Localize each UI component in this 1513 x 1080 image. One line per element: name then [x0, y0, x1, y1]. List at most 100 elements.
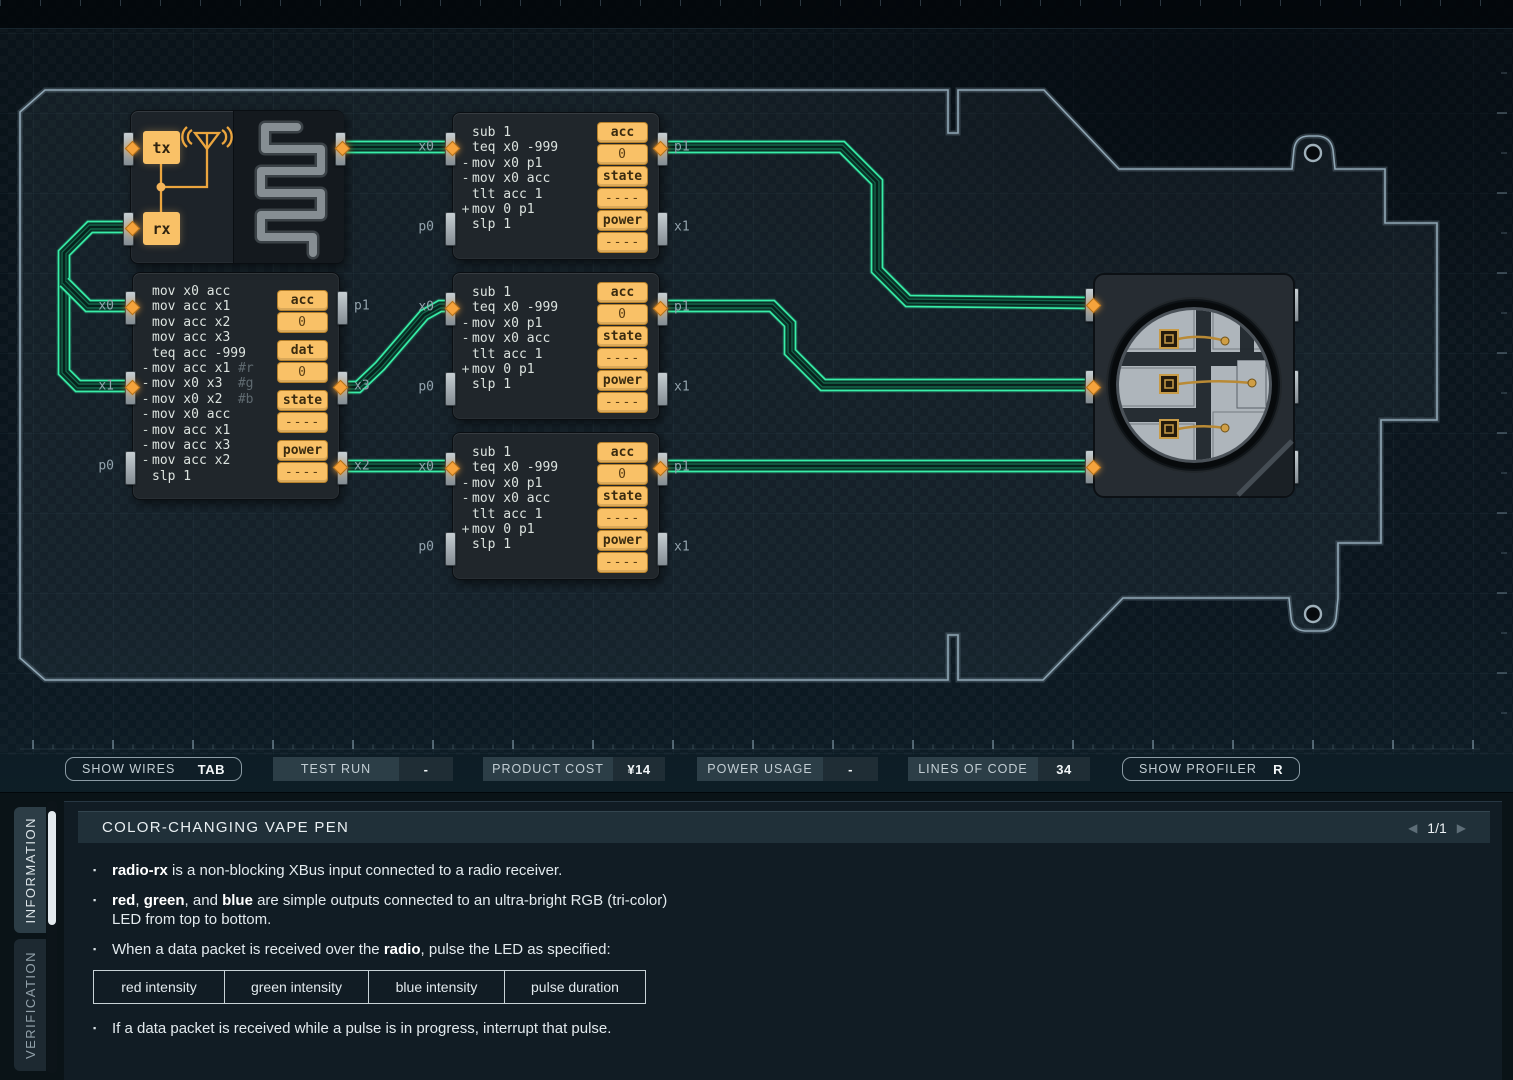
- tab-information[interactable]: INFORMATION: [14, 807, 46, 933]
- register-value: 0: [277, 362, 328, 383]
- code-line[interactable]: -mov x0 acc: [139, 407, 254, 422]
- code-line[interactable]: slp 1: [459, 217, 558, 232]
- register-state: state----: [597, 166, 648, 209]
- register-state: state----: [597, 326, 648, 369]
- microcontroller-mc4000-1[interactable]: sub 1teq x0 -999-mov x0 p1-mov x0 acctlt…: [452, 112, 660, 260]
- information-panel: COLOR-CHANGING VAPE PEN ◀ 1/1 ▶ ▪radio-r…: [64, 801, 1502, 1080]
- toolbar-button-show-wires[interactable]: SHOW WIRESTAB: [65, 757, 242, 781]
- register-value: ----: [597, 552, 648, 573]
- toolbar-lines-of-code: LINES OF CODE: [908, 757, 1038, 781]
- code-line[interactable]: -mov x0 p1: [459, 156, 558, 171]
- register-value: ----: [277, 462, 328, 483]
- pin-connector: [657, 372, 668, 406]
- component-layer: mov x0 accmov acc x1mov acc x2mov acc x3…: [0, 0, 1513, 755]
- code-editor[interactable]: sub 1teq x0 -999-mov x0 p1-mov x0 acctlt…: [459, 285, 558, 393]
- code-line[interactable]: +mov 0 p1: [459, 202, 558, 217]
- code-line[interactable]: +mov 0 p1: [459, 362, 558, 377]
- code-line[interactable]: -mov x0 acc: [459, 331, 558, 346]
- register-power: power----: [597, 370, 648, 413]
- tab-verification[interactable]: VERIFICATION: [14, 939, 46, 1071]
- panel-scrollbar[interactable]: [47, 801, 57, 1073]
- code-line[interactable]: -mov x0 p1: [459, 476, 558, 491]
- circuit-canvas[interactable]: mov x0 accmov acc x1mov acc x2mov acc x3…: [0, 0, 1513, 755]
- code-line[interactable]: -mov x0 x2 #b: [139, 392, 254, 407]
- code-line[interactable]: teq x0 -999: [459, 300, 558, 315]
- pin-label: x0: [364, 460, 434, 475]
- bullet-icon: ▪: [93, 940, 112, 959]
- pin-label: x1: [674, 540, 690, 555]
- register-value: ----: [597, 188, 648, 209]
- panel-body: ▪radio-rx is a non-blocking XBus input c…: [93, 861, 733, 1049]
- pin-label: x0: [364, 300, 434, 315]
- radio-rx-port[interactable]: rx: [143, 212, 180, 245]
- code-line[interactable]: tlt acc 1: [459, 507, 558, 522]
- register-acc: acc0: [277, 290, 328, 333]
- code-editor[interactable]: sub 1teq x0 -999-mov x0 p1-mov x0 acctlt…: [459, 125, 558, 233]
- code-line[interactable]: mov acc x3: [139, 330, 254, 345]
- code-line[interactable]: teq acc -999: [139, 346, 254, 361]
- code-line[interactable]: sub 1: [459, 125, 558, 140]
- code-line[interactable]: -mov x0 p1: [459, 316, 558, 331]
- register-value: ----: [597, 232, 648, 253]
- pin-label: x1: [44, 379, 114, 394]
- code-line[interactable]: -mov acc x2: [139, 453, 254, 468]
- code-line[interactable]: slp 1: [139, 469, 254, 484]
- pin-connector: [657, 532, 668, 566]
- register-value: ----: [597, 392, 648, 413]
- toolbar-value: -: [399, 757, 453, 781]
- code-line[interactable]: mov acc x2: [139, 315, 254, 330]
- code-line[interactable]: -mov x0 acc: [459, 171, 558, 186]
- pin-connector: [337, 291, 348, 325]
- code-line[interactable]: -mov x0 acc: [459, 491, 558, 506]
- code-line[interactable]: -mov x0 x3 #g: [139, 376, 254, 391]
- code-line[interactable]: slp 1: [459, 537, 558, 552]
- register-acc: acc0: [597, 122, 648, 165]
- bullet-text: red, green, and blue are simple outputs …: [112, 891, 667, 929]
- code-line[interactable]: mov acc x1: [139, 299, 254, 314]
- radio-tx-port[interactable]: tx: [143, 131, 180, 164]
- table-header-cell: blue intensity: [369, 971, 505, 1004]
- code-line[interactable]: slp 1: [459, 377, 558, 392]
- code-line[interactable]: +mov 0 p1: [459, 522, 558, 537]
- toolbar-test-run[interactable]: TEST RUN: [273, 757, 399, 781]
- pin-label: p0: [44, 459, 114, 474]
- next-page-icon[interactable]: ▶: [1457, 821, 1466, 835]
- scrollbar-thumb[interactable]: [48, 811, 56, 925]
- toolbar-power-usage: POWER USAGE: [697, 757, 823, 781]
- prev-page-icon[interactable]: ◀: [1408, 821, 1417, 835]
- register-value: ----: [277, 412, 328, 433]
- code-editor[interactable]: mov x0 accmov acc x1mov acc x2mov acc x3…: [139, 284, 254, 484]
- register-state: state----: [597, 486, 648, 529]
- pin-label: p1: [674, 140, 690, 155]
- code-line[interactable]: -mov acc x3: [139, 438, 254, 453]
- code-line[interactable]: sub 1: [459, 445, 558, 460]
- page-navigation: ◀ 1/1 ▶: [1408, 820, 1466, 836]
- code-line[interactable]: -mov acc x1 #r: [139, 361, 254, 376]
- microcontroller-mc4000-3[interactable]: sub 1teq x0 -999-mov x0 p1-mov x0 acctlt…: [452, 432, 660, 580]
- status-toolbar: SHOW WIRESTABTEST RUN-PRODUCT COST¥14POW…: [0, 757, 1513, 781]
- page-indicator: 1/1: [1427, 820, 1446, 836]
- pin-label: x0: [364, 140, 434, 155]
- register-acc: acc0: [597, 282, 648, 325]
- code-line[interactable]: teq x0 -999: [459, 460, 558, 475]
- microcontroller-mc6000[interactable]: mov x0 accmov acc x1mov acc x2mov acc x3…: [132, 272, 340, 500]
- radio-transceiver[interactable]: tx rx: [130, 110, 344, 264]
- register-name: acc: [597, 442, 648, 463]
- code-line[interactable]: tlt acc 1: [459, 187, 558, 202]
- register-power: power----: [597, 530, 648, 573]
- bullet-item: ▪When a data packet is received over the…: [93, 940, 713, 959]
- rgb-led-component[interactable]: [1093, 273, 1295, 498]
- register-power: power----: [277, 440, 328, 483]
- code-line[interactable]: mov x0 acc: [139, 284, 254, 299]
- pin-connector: [125, 451, 136, 485]
- code-line[interactable]: sub 1: [459, 285, 558, 300]
- register-name: state: [597, 326, 648, 347]
- toolbar-button-show-profiler[interactable]: SHOW PROFILERR: [1122, 757, 1300, 781]
- register-value: ----: [597, 348, 648, 369]
- code-editor[interactable]: sub 1teq x0 -999-mov x0 p1-mov x0 acctlt…: [459, 445, 558, 553]
- register-value: 0: [597, 464, 648, 485]
- code-line[interactable]: -mov acc x1: [139, 423, 254, 438]
- code-line[interactable]: tlt acc 1: [459, 347, 558, 362]
- code-line[interactable]: teq x0 -999: [459, 140, 558, 155]
- microcontroller-mc4000-2[interactable]: sub 1teq x0 -999-mov x0 p1-mov x0 acctlt…: [452, 272, 660, 420]
